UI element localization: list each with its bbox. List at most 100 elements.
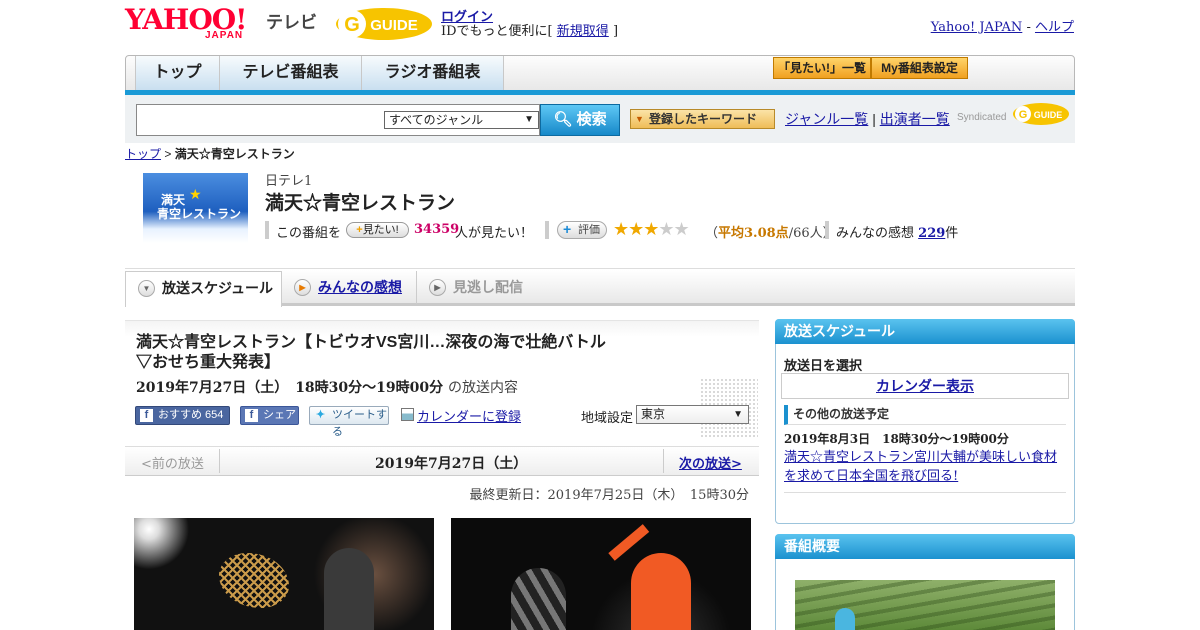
- nav-tab-top[interactable]: トップ: [135, 56, 220, 90]
- yahoo-japan-label: JAPAN: [205, 30, 244, 41]
- channel-name: 日テレ1: [265, 174, 313, 189]
- login-note: IDでもっと便利に[ 新規取得 ]: [441, 20, 618, 39]
- genre-select-value: すべてのジャンル: [389, 113, 484, 127]
- photo-net: [219, 553, 289, 608]
- episode-date-suffix: の放送内容: [448, 380, 518, 396]
- facebook-recommend-label: おすすめ 654: [158, 409, 224, 421]
- photo-person: [631, 553, 691, 630]
- breadcrumb: トップ > 満天☆青空レストラン: [125, 145, 295, 162]
- impressions-count-link[interactable]: 229: [918, 226, 945, 241]
- nav-tab-tv-schedule[interactable]: テレビ番組表: [219, 56, 362, 90]
- next-broadcast-link[interactable]: 次の放送>: [679, 453, 742, 472]
- top-right-separator: -: [1022, 20, 1035, 35]
- summary-photo: [795, 580, 1055, 630]
- program-thumbnail: 満天 ★ 青空レストラン: [143, 173, 248, 243]
- divider: [265, 221, 269, 239]
- svg-text:G: G: [344, 14, 360, 36]
- impressions-suffix: 件: [945, 226, 959, 241]
- tweet-button[interactable]: ✦ ツイートする: [309, 406, 389, 438]
- chevron-down-icon: ▼: [524, 114, 534, 125]
- divider: [545, 221, 549, 239]
- episode-photo: [451, 518, 751, 630]
- help-link[interactable]: ヘルプ: [1035, 20, 1074, 35]
- photo-field-rows: [795, 580, 1055, 630]
- tab-top-line: [125, 268, 1075, 269]
- sidebar-schedule-heading: 放送スケジュール: [775, 319, 1075, 344]
- gguide-logo-icon[interactable]: G GUIDE: [334, 6, 434, 42]
- photo-arm: [608, 524, 650, 561]
- star-empty-icon: ★★: [658, 219, 689, 240]
- star-filled-icon: ★★★: [613, 219, 659, 240]
- episode-nav-date: 2019年7月27日（土）: [375, 456, 528, 472]
- calendar-register-link[interactable]: カレンダーに登録: [417, 409, 521, 424]
- region-select[interactable]: 東京 ▼: [636, 405, 749, 424]
- divider: [825, 221, 829, 239]
- login-note-prefix: IDでもっと便利に[: [441, 24, 553, 39]
- last-updated: 最終更新日：2019年7月25日（木） 15時30分: [469, 488, 749, 503]
- yahoo-japan-link[interactable]: Yahoo! JAPAN: [931, 20, 1023, 35]
- facebook-icon: f: [140, 409, 153, 422]
- tab-impressions[interactable]: ▶ みんなの感想: [282, 271, 417, 304]
- my-schedule-settings-button[interactable]: My番組表設定: [871, 57, 968, 79]
- breadcrumb-current: 満天☆青空レストラン: [174, 147, 295, 161]
- episode-title: 満天☆青空レストラン【トビウオVS宮川…深夜の海で壮絶バトル▽おせち重大発表】: [136, 334, 606, 371]
- tab-schedule-label: 放送スケジュール: [162, 280, 274, 296]
- breadcrumb-home[interactable]: トップ: [125, 147, 161, 161]
- want-list-button[interactable]: 「見たい!」一覧: [773, 57, 871, 79]
- search-button[interactable]: 🔍︎ 検索: [540, 104, 620, 136]
- facebook-recommend-button[interactable]: f おすすめ 654: [135, 406, 230, 425]
- previous-broadcast-link[interactable]: <前の放送: [141, 453, 204, 472]
- divider: [219, 449, 220, 473]
- program-thumbnail-line2: 青空レストラン: [157, 207, 242, 221]
- genre-list-link[interactable]: ジャンル一覧: [785, 111, 868, 127]
- impressions-summary: みんなの感想 229件: [836, 222, 958, 241]
- want-prefix: この番組を: [276, 226, 342, 241]
- facebook-icon: f: [245, 409, 258, 422]
- search-icon: 🔍︎: [553, 111, 573, 128]
- breadcrumb-separator: >: [161, 147, 175, 161]
- impressions-prefix: みんなの感想: [836, 226, 915, 241]
- divider: [663, 449, 664, 473]
- other-broadcast-date: 2019年8月3日 18時30分～19時00分: [784, 432, 1009, 446]
- signup-link[interactable]: 新規取得: [557, 24, 609, 39]
- calendar-display-link[interactable]: カレンダー表示: [876, 378, 974, 394]
- play-icon: ▶: [429, 279, 446, 296]
- play-icon: ▶: [294, 279, 311, 296]
- svg-text:G: G: [1019, 109, 1028, 121]
- genre-select[interactable]: すべてのジャンル ▼: [384, 111, 539, 129]
- nav-tab-radio-schedule[interactable]: ラジオ番組表: [361, 56, 504, 90]
- top-right-links: Yahoo! JAPAN - ヘルプ: [931, 16, 1074, 35]
- want-suffix: 人が見たい！: [455, 226, 534, 241]
- rating-average-open: （: [705, 226, 719, 241]
- want-to-watch-button[interactable]: +見たい!: [346, 222, 409, 238]
- tab-schedule[interactable]: ▼ 放送スケジュール: [125, 271, 282, 307]
- syndicated-label: Syndicated: [957, 112, 1007, 123]
- registered-keyword-button[interactable]: 登録したキーワード: [630, 109, 775, 129]
- rating-average: （平均3.08点/66人）: [705, 222, 836, 241]
- divider: [784, 492, 1066, 493]
- search-links: ジャンル一覧 | 出演者一覧: [785, 109, 950, 129]
- region-label: 地域設定: [581, 410, 634, 425]
- chevron-down-icon: ▼: [138, 280, 155, 297]
- calendar-register[interactable]: カレンダーに登録: [401, 406, 521, 425]
- tab-impressions-label[interactable]: みんなの感想: [318, 279, 402, 295]
- want-to-watch-label: 見たい!: [362, 224, 399, 236]
- syndicated-gguide-text: GUIDE: [1034, 110, 1063, 120]
- tab-catchup-label: 見逃し配信: [453, 279, 523, 295]
- sidebar-pick-date: 放送日を選択: [784, 358, 863, 373]
- other-broadcast-link[interactable]: 満天☆青空レストラン宮川大輔が美味しい食材を求めて日本全国を飛び回る!: [784, 448, 1066, 486]
- tab-catchup[interactable]: ▶ 見逃し配信: [417, 271, 547, 304]
- other-broadcasts-heading: その他の放送予定: [784, 405, 1066, 425]
- photo-person: [511, 568, 566, 630]
- facebook-share-label: シェア: [263, 409, 296, 421]
- performer-list-link[interactable]: 出演者一覧: [880, 111, 950, 127]
- rate-button[interactable]: 評価: [557, 221, 607, 239]
- tv-label[interactable]: テレビ: [266, 8, 317, 33]
- program-thumbnail-star: ★: [189, 187, 202, 203]
- search-links-separator: |: [872, 111, 876, 127]
- photo-person: [324, 548, 374, 630]
- facebook-share-button[interactable]: f シェア: [240, 406, 299, 425]
- episode-photo: [134, 518, 434, 630]
- sidebar-summary-heading: 番組概要: [775, 534, 1075, 559]
- calendar-display-box[interactable]: カレンダー表示: [781, 373, 1069, 399]
